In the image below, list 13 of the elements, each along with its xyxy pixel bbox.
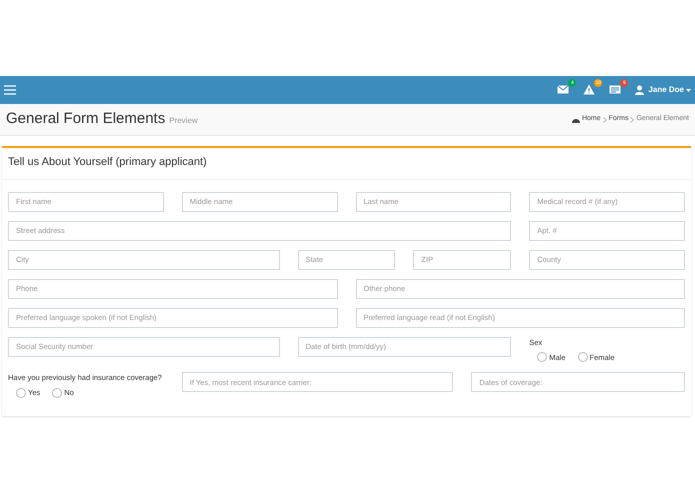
warning-icon[interactable] [583, 84, 596, 96]
list-icon[interactable] [609, 84, 622, 96]
user-menu[interactable]: Jane Doe [648, 84, 684, 96]
page-subtitle: Preview [169, 115, 198, 128]
menu-icon[interactable] [4, 85, 16, 95]
caret-icon[interactable] [686, 88, 691, 92]
chevron-icon [602, 116, 607, 122]
page-title: General Form Elements [6, 109, 166, 130]
user-icon [635, 85, 644, 95]
dashboard-icon [572, 116, 580, 123]
card-title: Tell us About Yourself (primary applicant) [2, 154, 691, 180]
chevron-icon [630, 116, 634, 122]
envelope-icon[interactable] [557, 84, 570, 96]
